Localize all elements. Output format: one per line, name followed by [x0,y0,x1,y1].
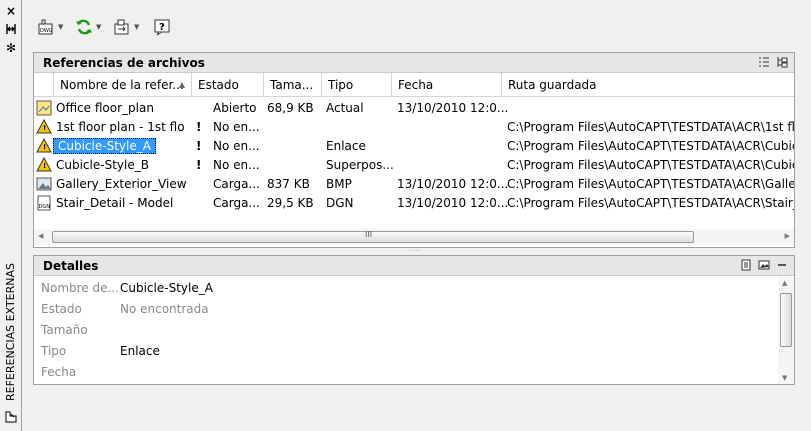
xref-manager-panel: DWG ▼ ▼ ▼ ? Referencias de archivos Nomb… [23,0,811,431]
dwg-warning-icon: ! [36,157,52,172]
column-header-size[interactable]: Tama... [264,73,322,97]
scrollbar-thumb[interactable] [780,293,792,347]
warning-mark: ! [196,139,202,153]
section-title: Referencias de archivos [43,56,205,70]
vertical-scrollbar[interactable]: ▲ ▼ [778,277,794,384]
table-header: Nombre de la refer... ▲ Estado Tama... T… [34,73,794,97]
svg-text:!: ! [43,162,46,170]
table-row-selected[interactable]: ! Cubicle-Style_A ! No en... Enlace C:\P… [34,137,794,156]
column-header-date[interactable]: Fecha [392,73,502,97]
attach-dwg-icon: DWG [38,19,53,35]
svg-text:!: ! [43,124,46,132]
horizontal-scrollbar[interactable]: ◀ III ▶ [34,229,794,245]
chevron-down-icon[interactable]: ▼ [96,23,101,31]
splitter-handle[interactable]: ⋯⋯ [403,248,427,254]
column-header-status[interactable]: Estado [192,73,264,97]
collapse-icon[interactable] [776,259,788,271]
list-view-icon[interactable] [758,56,770,68]
section-title: Detalles [43,259,99,273]
autohide-icon[interactable] [4,23,18,37]
table-row[interactable]: DGN Stair_Detail - Model Carga... 29,5 K… [34,194,794,213]
warning-mark: ! [196,120,202,134]
attach-dwg-button[interactable]: DWG ▼ [37,16,63,38]
file-references-header: Referencias de archivos [34,53,794,73]
chevron-down-icon[interactable]: ▼ [58,23,63,31]
table-row[interactable]: Gallery_Exterior_View Carga... 837 KB BM… [34,175,794,194]
close-icon[interactable]: × [4,4,18,18]
table-row[interactable]: Office floor_plan Abierto 68,9 KB Actual… [34,99,794,118]
table-row[interactable]: ! 1st floor plan - 1st flo... ! No en...… [34,118,794,137]
preview-icon[interactable] [758,259,770,271]
svg-text:DGN: DGN [39,204,51,210]
sort-ascending-icon: ▲ [178,80,185,89]
help-icon: ? [154,19,170,36]
change-path-icon [114,19,129,35]
change-path-button[interactable]: ▼ [113,16,139,38]
scroll-down-icon[interactable]: ▼ [782,374,787,382]
column-header-saved-path[interactable]: Ruta guardada [502,73,794,97]
warning-mark: ! [196,158,202,172]
icon-column-header[interactable] [34,73,54,97]
drawing-open-icon [36,100,52,116]
scroll-up-icon[interactable]: ▲ [782,279,787,287]
table-row[interactable]: ! Cubicle-Style_B ! No en... Superpos...… [34,156,794,175]
dwg-warning-icon: ! [36,138,52,153]
palette-title-bar: × ✻ REFERENCIAS EXTERNAS [0,0,22,431]
scrollbar-thumb[interactable]: III [52,230,694,243]
svg-text:?: ? [159,22,165,33]
help-button[interactable]: ? [153,16,171,38]
details-header: Detalles [34,256,794,276]
xref-palette-icon [4,410,18,424]
tree-view-icon[interactable] [776,56,788,68]
svg-text:DWG: DWG [40,28,53,34]
column-header-name[interactable]: Nombre de la refer... ▲ [54,73,192,97]
palette-title: REFERENCIAS EXTERNAS [4,263,17,401]
dwf-warning-icon: ! [36,119,52,134]
refresh-icon [76,19,92,35]
file-references-section: Referencias de archivos Nombre de la ref… [33,52,795,248]
svg-text:!: ! [43,143,46,151]
details-view-icon[interactable] [740,259,752,271]
scroll-left-icon[interactable]: ◀ [38,232,43,240]
raster-image-icon [36,177,52,191]
refresh-button[interactable]: ▼ [75,16,101,38]
properties-icon[interactable]: ✻ [4,41,18,55]
details-section: Detalles Nombre de... Cubicle-Style_A Es… [33,255,795,385]
chevron-down-icon[interactable]: ▼ [134,23,139,31]
column-header-type[interactable]: Tipo [322,73,392,97]
scroll-right-icon[interactable]: ▶ [785,232,790,240]
dgn-file-icon: DGN [37,195,51,211]
